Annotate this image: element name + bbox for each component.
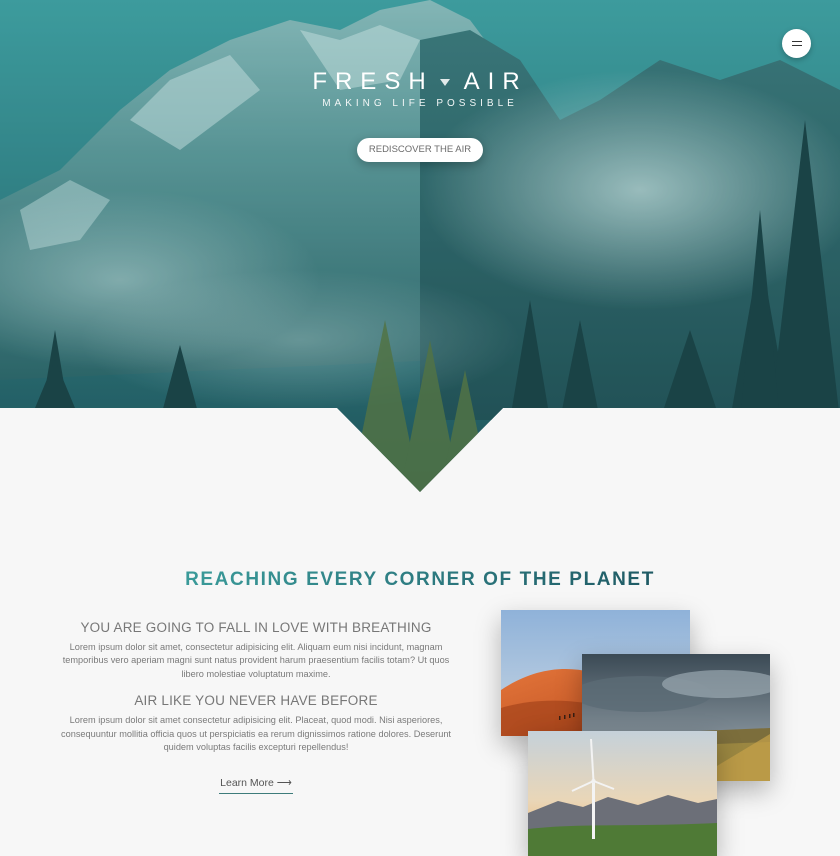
- wind-turbine-photo: [528, 731, 717, 856]
- brand-tagline: MAKING LIFE POSSIBLE: [322, 98, 518, 109]
- feature-heading: YOU ARE GOING TO FALL IN LOVE WITH BREAT…: [80, 620, 432, 635]
- feature-heading: AIR LIKE YOU NEVER HAVE BEFORE: [134, 693, 378, 709]
- hamburger-icon-line: [791, 45, 802, 46]
- rediscover-button[interactable]: REDISCOVER THE AIR: [357, 138, 483, 162]
- feature-text-column: YOU ARE GOING TO FALL IN LOVE WITH BREAT…: [60, 620, 452, 754]
- section-title: REACHING EVERY CORNER OF THE PLANET: [0, 569, 840, 591]
- brand-title: FRESH AIR: [312, 68, 527, 96]
- learn-more-link[interactable]: Learn More ⟶: [219, 776, 293, 794]
- hero-section: FRESH AIR MAKING LIFE POSSIBLE REDISCOVE…: [0, 0, 840, 492]
- hamburger-icon-line: [791, 41, 802, 42]
- triangle-icon: [439, 78, 450, 86]
- menu-button[interactable]: [782, 29, 811, 58]
- feature-paragraph: Lorem ipsum dolor sit amet, consectetur …: [62, 642, 450, 679]
- brand-logo: FRESH AIR MAKING LIFE POSSIBLE: [0, 68, 840, 111]
- section-title-text: REACHING EVERY CORNER OF THE PLANET: [185, 569, 655, 590]
- feature-paragraph: Lorem ipsum dolor sit amet consectetur a…: [61, 715, 451, 753]
- brand-word-right: AIR: [463, 68, 528, 95]
- brand-word-left: FRESH: [312, 68, 434, 95]
